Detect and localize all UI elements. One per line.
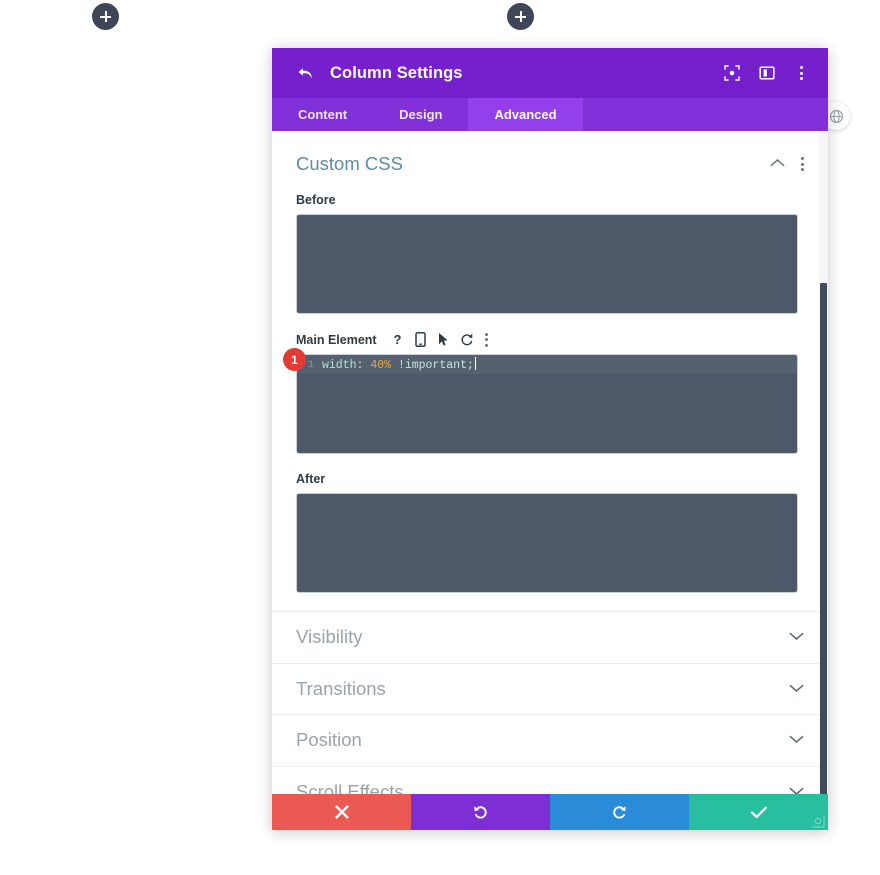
more-vertical-icon-glyph — [800, 66, 803, 80]
settings-scrollbar-track[interactable] — [819, 131, 828, 794]
code-line: 1 width: 40% !important; — [297, 355, 797, 374]
resize-handle[interactable] — [811, 814, 825, 828]
back-arrow-icon — [298, 67, 312, 79]
main-element-label-row: Main Element ? — [296, 332, 804, 347]
main-element-editor-wrap: 1 1 width: 40% !important; — [283, 348, 798, 454]
section-visibility[interactable]: Visibility — [272, 611, 828, 663]
undo-button[interactable] — [411, 794, 550, 830]
mobile-icon-glyph — [414, 332, 426, 347]
modal-body: Custom CSS Before Main Element ? 1 1 wid… — [272, 131, 828, 794]
reset-icon[interactable] — [460, 332, 474, 347]
header-icon-group — [723, 65, 810, 82]
css-colon: : — [356, 359, 364, 372]
chevron-up-icon[interactable] — [770, 155, 785, 173]
main-element-more-icon[interactable] — [484, 332, 488, 347]
check-icon — [750, 806, 767, 818]
css-value: 40% — [370, 359, 392, 372]
chevron-up-icon-glyph — [770, 159, 785, 167]
modal-header: Column Settings — [272, 48, 828, 98]
chevron-down-icon-glyph — [789, 684, 804, 692]
svg-text:?: ? — [393, 332, 401, 347]
section-scroll-effects[interactable]: Scroll Effects — [272, 765, 828, 794]
main-element-code-editor[interactable]: 1 width: 40% !important; — [296, 354, 798, 454]
section-position-label: Position — [296, 729, 362, 751]
chevron-down-icon[interactable] — [789, 731, 804, 749]
more-vertical-icon[interactable] — [793, 65, 810, 82]
add-section-button-left[interactable] — [92, 3, 119, 30]
after-field-label: After — [296, 472, 326, 486]
section-transitions-label: Transitions — [296, 677, 386, 699]
close-icon — [334, 805, 349, 819]
chevron-down-icon-glyph — [789, 633, 804, 641]
chevron-down-icon[interactable] — [789, 680, 804, 698]
section-transitions[interactable]: Transitions — [272, 662, 828, 715]
mobile-icon[interactable] — [414, 332, 426, 347]
before-field-label: Before — [296, 193, 336, 207]
tab-advanced[interactable]: Advanced — [468, 98, 583, 131]
save-button[interactable] — [689, 794, 828, 830]
cursor-icon-glyph — [438, 333, 448, 346]
css-semicolon: ; — [466, 359, 474, 372]
layout-panel-icon-glyph — [758, 66, 775, 80]
cancel-button[interactable] — [272, 794, 411, 830]
code-content: width: 40% !important; — [322, 357, 476, 372]
plus-icon — [519, 11, 522, 22]
text-caret — [474, 357, 476, 370]
help-icon-glyph: ? — [393, 332, 401, 347]
section-visibility-label: Visibility — [296, 626, 363, 648]
reset-icon-glyph — [461, 333, 473, 346]
before-css-textarea[interactable] — [296, 214, 798, 314]
resize-handle-icon — [812, 815, 825, 828]
cursor-icon[interactable] — [437, 332, 449, 347]
focus-icon-glyph — [723, 65, 740, 81]
step-badge: 1 — [283, 348, 306, 371]
plus-icon — [104, 11, 107, 22]
section-position[interactable]: Position — [272, 714, 828, 766]
custom-css-more-icon[interactable] — [801, 157, 804, 171]
chevron-down-icon[interactable] — [789, 783, 804, 794]
chevron-down-icon-glyph — [789, 736, 804, 744]
chevron-down-icon[interactable] — [789, 628, 804, 646]
focus-icon[interactable] — [723, 65, 740, 82]
modal-footer — [272, 794, 828, 830]
chevron-down-icon-glyph — [789, 787, 804, 794]
layout-panel-icon[interactable] — [758, 65, 775, 82]
redo-button[interactable] — [550, 794, 689, 830]
css-property: width — [322, 359, 357, 372]
section-scroll-effects-label: Scroll Effects — [296, 780, 404, 794]
page-title: Column Settings — [330, 63, 463, 82]
css-important: !important — [397, 359, 467, 372]
modal-tabs: Content Design Advanced — [272, 98, 828, 131]
globe-icon — [829, 109, 843, 123]
more-vertical-icon-glyph — [484, 332, 488, 347]
after-css-textarea[interactable] — [296, 493, 798, 593]
custom-css-title: Custom CSS — [296, 153, 403, 174]
back-button[interactable] — [294, 62, 316, 84]
custom-css-header[interactable]: Custom CSS — [296, 153, 804, 175]
section-custom-css: Custom CSS Before Main Element ? 1 1 wid… — [272, 131, 828, 593]
column-settings-modal: Column Settings Content Design Advanced … — [272, 48, 828, 830]
tab-design[interactable]: Design — [373, 98, 468, 131]
more-vertical-icon-glyph — [801, 157, 804, 171]
settings-scroll-area: Custom CSS Before Main Element ? 1 1 wid… — [272, 131, 828, 794]
add-section-button-middle[interactable] — [507, 3, 534, 30]
main-element-label: Main Element — [296, 332, 377, 347]
tab-content[interactable]: Content — [272, 98, 373, 131]
redo-icon — [613, 805, 626, 819]
undo-icon — [474, 805, 487, 819]
help-icon[interactable]: ? — [391, 332, 404, 347]
settings-scrollbar-thumb[interactable] — [820, 283, 827, 794]
